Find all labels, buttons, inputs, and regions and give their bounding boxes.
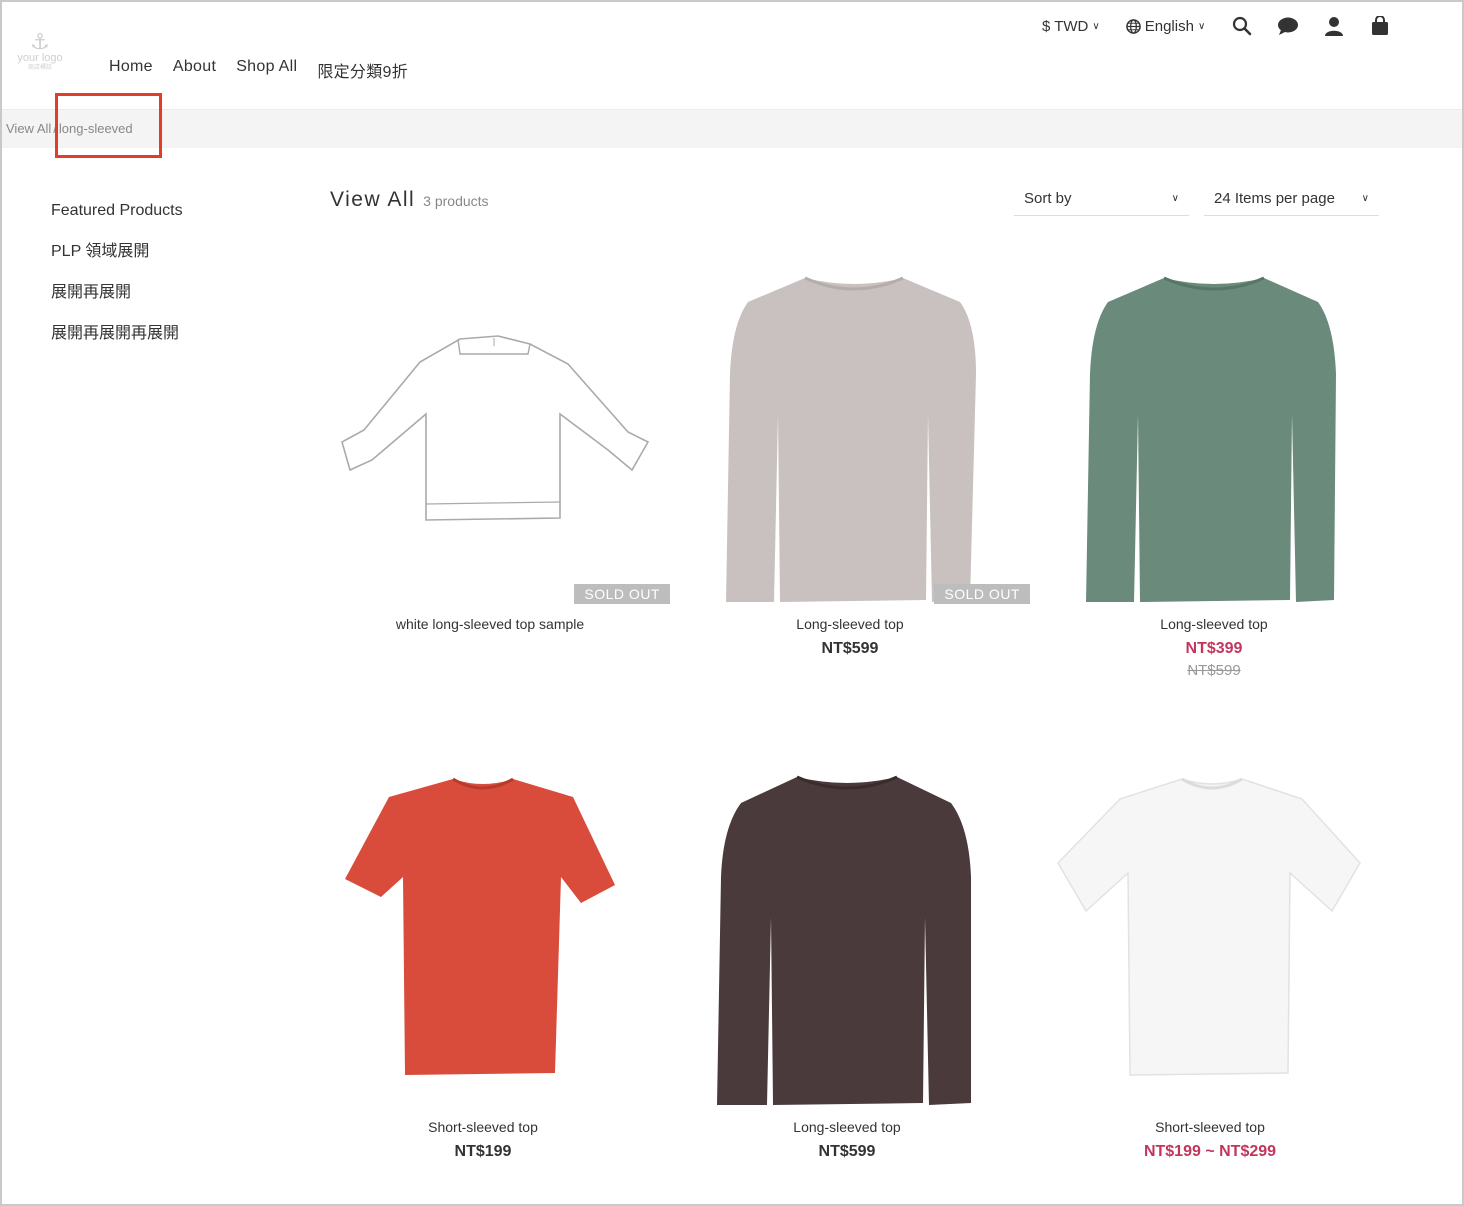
product-image[interactable] [1030, 767, 1390, 1107]
product-count: 3 products [423, 193, 489, 209]
cart-icon[interactable] [1369, 15, 1391, 37]
product-card[interactable]: SOLD OUT white long-sleeved top sample [310, 264, 670, 632]
product-name[interactable]: Long-sleeved top [670, 616, 1030, 632]
account-icon[interactable] [1323, 15, 1345, 37]
breadcrumb-view-all[interactable]: View All [6, 121, 51, 136]
category-sidebar: Featured Products PLP 領域展開 展開再展開 展開再展開再展… [51, 200, 183, 364]
product-card[interactable]: Long-sleeved top NT$599 [667, 767, 1027, 1161]
sidebar-item-featured-products[interactable]: Featured Products [51, 200, 183, 241]
product-image[interactable] [303, 767, 663, 1107]
search-icon[interactable] [1231, 15, 1253, 37]
product-card[interactable]: Short-sleeved top NT$199 ~ NT$299 [1030, 767, 1390, 1161]
sold-out-badge: SOLD OUT [934, 584, 1030, 604]
sidebar-item-plp[interactable]: PLP 領域展開 [51, 241, 183, 282]
page-title: View All [330, 188, 416, 211]
nav-about[interactable]: About [173, 58, 216, 82]
chevron-down-icon: ∨ [1361, 193, 1369, 204]
sale-price: NT$399 [1185, 640, 1243, 657]
product-price: NT$199 [454, 1143, 512, 1160]
main-nav: Home About Shop All 限定分類9折 [109, 58, 408, 82]
globe-icon [1125, 18, 1141, 34]
store-logo[interactable]: ⚓ your logo 商店標誌 [10, 29, 70, 72]
currency-selector[interactable]: $ TWD ∨ [1042, 18, 1100, 35]
breadcrumb-bar: View All / long-sleeved [2, 110, 1462, 148]
items-per-page-dropdown[interactable]: 24 Items per page ∨ [1204, 182, 1379, 216]
long-sleeve-shirt-icon [1086, 276, 1336, 602]
long-sleeve-shirt-icon [726, 276, 976, 602]
header-utilities: $ TWD ∨ English ∨ [1042, 14, 1391, 38]
short-sleeve-shirt-icon [345, 777, 615, 1075]
product-name[interactable]: Long-sleeved top [667, 1119, 1027, 1135]
chevron-down-icon: ∨ [1092, 20, 1100, 32]
sold-out-badge: SOLD OUT [574, 584, 670, 604]
chevron-down-icon: ∨ [1197, 20, 1206, 32]
site-header: ⚓ your logo 商店標誌 Home About Shop All 限定分… [2, 2, 1462, 110]
chevron-down-icon: ∨ [1171, 193, 1179, 204]
product-name[interactable]: Short-sleeved top [303, 1119, 663, 1135]
shirt-outline-icon [341, 335, 650, 521]
product-card[interactable]: Short-sleeved top NT$199 [303, 767, 663, 1161]
nav-home[interactable]: Home [109, 58, 153, 82]
sale-price-range: NT$199 ~ NT$299 [1143, 1143, 1277, 1160]
product-card[interactable]: SOLD OUT Long-sleeved top NT$599 [670, 264, 1030, 658]
product-image[interactable] [1034, 264, 1394, 604]
product-image[interactable]: SOLD OUT [310, 264, 670, 604]
product-card[interactable]: Long-sleeved top NT$399 NT$599 [1034, 264, 1394, 679]
product-image[interactable] [667, 767, 1027, 1107]
nav-shop-all[interactable]: Shop All [236, 58, 297, 82]
sort-dropdown[interactable]: Sort by ∨ [1014, 182, 1189, 216]
chat-icon[interactable] [1277, 15, 1299, 37]
product-name[interactable]: white long-sleeved top sample [310, 616, 670, 632]
highlight-box [55, 93, 162, 158]
listing-header: View All 3 products [330, 188, 489, 212]
product-name[interactable]: Long-sleeved top [1034, 616, 1394, 632]
product-image[interactable]: SOLD OUT [670, 264, 1030, 604]
long-sleeve-shirt-icon [717, 775, 971, 1105]
product-price: NT$599 [818, 1143, 876, 1160]
original-price: NT$599 [1187, 662, 1241, 679]
product-name[interactable]: Short-sleeved top [1030, 1119, 1390, 1135]
sidebar-item-expand[interactable]: 展開再展開 [51, 282, 183, 323]
sidebar-item-expand-more[interactable]: 展開再展開再展開 [51, 323, 183, 364]
nav-limited-category[interactable]: 限定分類9折 [317, 58, 408, 82]
anchor-icon: ⚓ [30, 29, 50, 54]
language-selector[interactable]: English ∨ [1125, 18, 1206, 35]
short-sleeve-shirt-icon [1057, 777, 1361, 1076]
product-price: NT$599 [821, 640, 879, 657]
